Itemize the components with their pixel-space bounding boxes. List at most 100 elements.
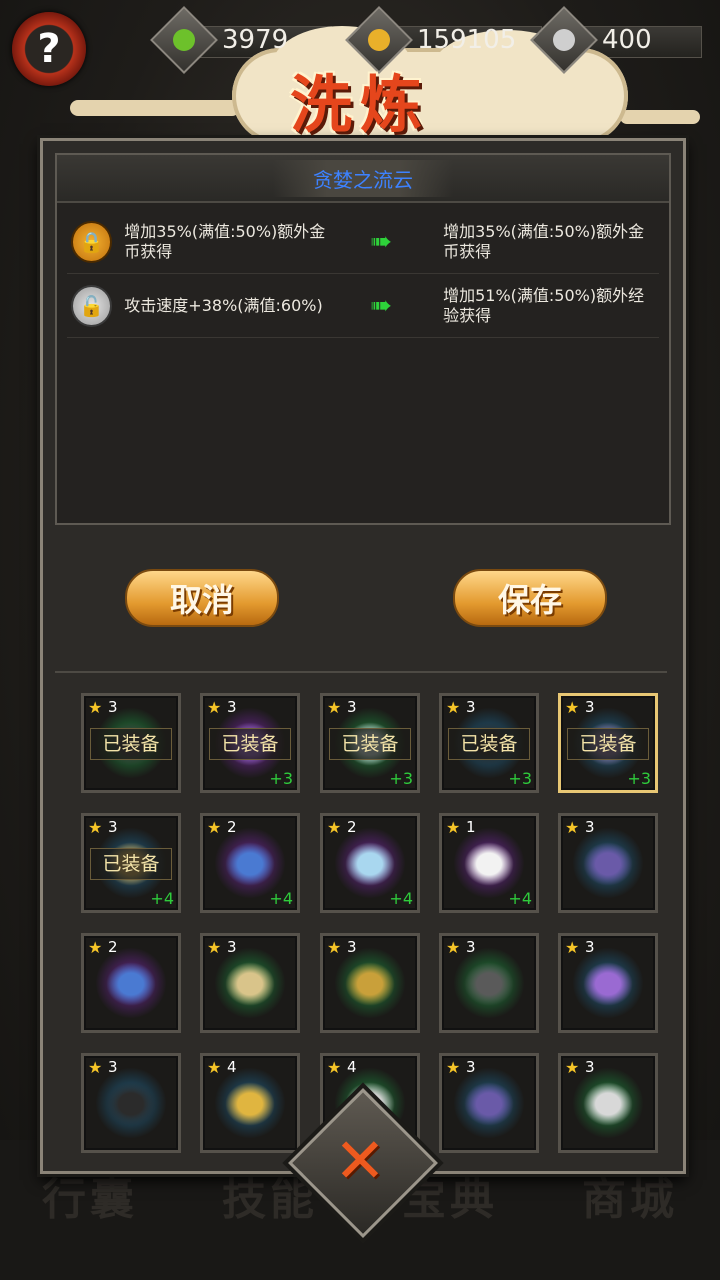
- equipment-slot[interactable]: ★ 2: [81, 933, 181, 1033]
- item-name: 贪婪之流云: [273, 159, 453, 197]
- attribute-new: 增加35%(满值:50%)额外金币获得: [443, 222, 645, 261]
- gold-bracelet-icon: [225, 1082, 275, 1126]
- equipment-slot[interactable]: ★ 3 已装备 +3: [200, 693, 300, 793]
- gold-ring-icon: [345, 962, 395, 1006]
- attribute-new: 增加51%(满值:50%)额外经验获得: [443, 286, 645, 325]
- arrow-right-icon: ➠: [370, 227, 392, 257]
- star-icon: ★: [327, 1058, 342, 1077]
- star-count: 4: [227, 1058, 237, 1076]
- action-buttons: 取消 保存: [55, 525, 667, 665]
- star-count: 3: [108, 698, 118, 716]
- star-count: 4: [347, 1058, 357, 1076]
- purple-amulet-icon: [583, 962, 633, 1006]
- blue-bracelet-icon: [225, 842, 275, 886]
- equipment-slot[interactable]: ★ 3: [558, 933, 658, 1033]
- fox-mask-icon: [464, 842, 514, 886]
- cancel-button[interactable]: 取消: [125, 569, 279, 627]
- attribute-row: 🔓 攻击速度+38%(满值:60%) ➠ 增加51%(满值:50%)额外经验获得: [67, 275, 659, 338]
- purple-ring-icon: [464, 1082, 514, 1126]
- equipment-slot[interactable]: ★ 3 已装备 +4: [81, 813, 181, 913]
- equipped-badge: 已装备: [90, 848, 172, 880]
- star-icon: ★: [207, 698, 222, 717]
- star-icon: ★: [88, 818, 103, 837]
- equipment-slot[interactable]: ★ 1 +4: [439, 813, 539, 913]
- item-name-bar: 贪婪之流云: [57, 155, 669, 203]
- close-icon[interactable]: ✕: [310, 1110, 410, 1210]
- star-count: 1: [466, 818, 476, 836]
- equipment-slot[interactable]: ★ 3: [439, 1053, 539, 1153]
- star-count: 2: [347, 818, 357, 836]
- star-icon: ★: [207, 1058, 222, 1077]
- star-count: 3: [347, 938, 357, 956]
- star-count: 3: [108, 818, 118, 836]
- equipment-slot[interactable]: ★ 3 已装备 +3: [558, 693, 658, 793]
- star-icon: ★: [446, 818, 461, 837]
- star-count: 2: [227, 818, 237, 836]
- attribute-current: 攻击速度+38%(满值:60%): [124, 296, 323, 315]
- star-icon: ★: [88, 938, 103, 957]
- star-icon: ★: [88, 1058, 103, 1077]
- enhance-level: +4: [508, 889, 532, 908]
- unlock-icon[interactable]: 🔓: [71, 285, 113, 327]
- lock-icon[interactable]: 🔒: [71, 221, 113, 263]
- blue-bracelet-icon: [106, 962, 156, 1006]
- fang-necklace-icon: [225, 962, 275, 1006]
- jade-value: 3979: [222, 25, 289, 55]
- star-count: 2: [108, 938, 118, 956]
- gold-value: 159105: [417, 25, 517, 55]
- equipment-slot[interactable]: ★ 4: [200, 1053, 300, 1153]
- star-count: 3: [585, 1058, 595, 1076]
- star-icon: ★: [327, 698, 342, 717]
- equipment-slot[interactable]: ★ 3 已装备 +3: [320, 693, 420, 793]
- star-icon: ★: [565, 818, 580, 837]
- star-count: 3: [227, 698, 237, 716]
- star-icon: ★: [565, 698, 580, 717]
- equipment-slot[interactable]: ★ 3: [558, 813, 658, 913]
- star-icon: ★: [207, 938, 222, 957]
- equipment-slot[interactable]: ★ 3: [439, 933, 539, 1033]
- equipment-slot[interactable]: ★ 3: [558, 1053, 658, 1153]
- equipped-badge: 已装备: [209, 728, 291, 760]
- blue-sword-icon: [345, 842, 395, 886]
- attribute-row: 🔒 增加35%(满值:50%)额外金币获得 ➠ 增加35%(满值:50%)额外金…: [67, 211, 659, 274]
- equipment-slot[interactable]: ★ 2 +4: [200, 813, 300, 913]
- star-count: 3: [466, 698, 476, 716]
- enhance-level: +3: [269, 769, 293, 788]
- star-icon: ★: [446, 938, 461, 957]
- star-icon: ★: [207, 818, 222, 837]
- dark-hat-icon: [106, 1082, 156, 1126]
- equipped-badge: 已装备: [567, 728, 649, 760]
- star-icon: ★: [327, 818, 342, 837]
- star-icon: ★: [327, 938, 342, 957]
- star-count: 3: [466, 938, 476, 956]
- gray-mask-icon: [464, 962, 514, 1006]
- save-button[interactable]: 保存: [453, 569, 607, 627]
- equipment-slot[interactable]: ★ 3 已装备: [81, 693, 181, 793]
- star-icon: ★: [446, 698, 461, 717]
- purple-ring-icon: [583, 842, 633, 886]
- equipment-slot[interactable]: ★ 3 已装备 +3: [439, 693, 539, 793]
- enhance-level: +3: [627, 769, 651, 788]
- star-count: 3: [585, 818, 595, 836]
- enhance-level: +4: [389, 889, 413, 908]
- star-count: 3: [585, 698, 595, 716]
- star-icon: ★: [446, 1058, 461, 1077]
- refine-panel: 贪婪之流云 🔒 增加35%(满值:50%)额外金币获得 ➠ 增加35%(满值:5…: [40, 138, 686, 1174]
- star-count: 3: [227, 938, 237, 956]
- equipment-slot[interactable]: ★ 2 +4: [320, 813, 420, 913]
- enhance-level: +4: [269, 889, 293, 908]
- star-icon: ★: [88, 698, 103, 717]
- equipped-badge: 已装备: [329, 728, 411, 760]
- arrow-right-icon: ➠: [370, 291, 392, 321]
- attribute-current: 增加35%(满值:50%)额外金币获得: [124, 222, 326, 261]
- equipment-slot[interactable]: ★ 3: [200, 933, 300, 1033]
- enhance-level: +3: [508, 769, 532, 788]
- equipment-slot[interactable]: ★ 3: [320, 933, 420, 1033]
- silver-value: 400: [602, 25, 652, 55]
- star-icon: ★: [565, 1058, 580, 1077]
- knife-icon: [583, 1082, 633, 1126]
- equipment-slot[interactable]: ★ 3: [81, 1053, 181, 1153]
- attribute-panel: 贪婪之流云 🔒 增加35%(满值:50%)额外金币获得 ➠ 增加35%(满值:5…: [55, 153, 671, 525]
- star-icon: ★: [565, 938, 580, 957]
- star-count: 3: [585, 938, 595, 956]
